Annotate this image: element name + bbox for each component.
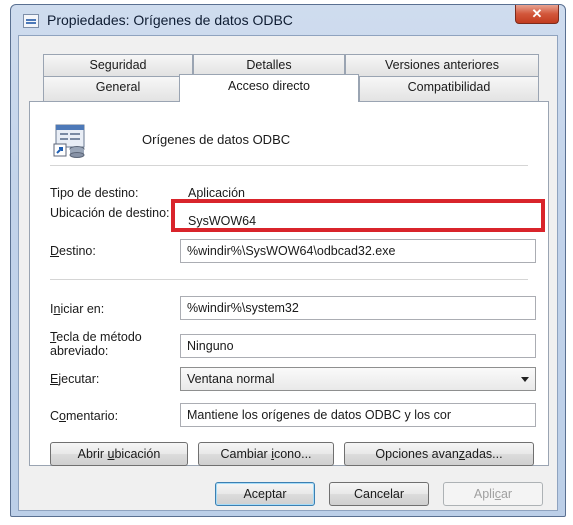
separator	[50, 279, 528, 280]
tab-general[interactable]: General	[43, 76, 193, 102]
start-in-input[interactable]: %windir%\system32	[180, 296, 536, 320]
shortcut-tab-panel: Orígenes de datos ODBC Tipo de destino: …	[29, 101, 549, 466]
tab-compatibilidad[interactable]: Compatibilidad	[359, 76, 539, 102]
open-location-button[interactable]: Abrir ubicación	[50, 442, 188, 466]
advanced-options-button[interactable]: Opciones avanzadas...	[344, 442, 534, 466]
dialog-client-area: Seguridad Detalles Versiones anteriores …	[18, 35, 558, 511]
target-label: Destino:	[50, 244, 96, 258]
comment-input[interactable]: Mantiene los orígenes de datos ODBC y lo…	[180, 403, 536, 427]
tab-acceso-directo[interactable]: Acceso directo	[179, 74, 359, 102]
tab-detalles[interactable]: Detalles	[193, 54, 345, 76]
run-select[interactable]: Ventana normal	[180, 367, 536, 391]
separator	[50, 165, 528, 166]
title-bar[interactable]: Propiedades: Orígenes de datos ODBC ✕	[11, 5, 565, 35]
properties-window: Propiedades: Orígenes de datos ODBC ✕ Se…	[10, 4, 566, 517]
window-title: Propiedades: Orígenes de datos ODBC	[47, 12, 293, 28]
ok-button[interactable]: Aceptar	[215, 482, 315, 506]
target-type-label: Tipo de destino:	[50, 186, 139, 200]
tab-seguridad[interactable]: Seguridad	[43, 54, 193, 76]
run-select-value: Ventana normal	[187, 372, 275, 386]
shortcut-name: Orígenes de datos ODBC	[142, 132, 291, 147]
tab-versiones-anteriores[interactable]: Versiones anteriores	[345, 54, 539, 76]
change-icon-button[interactable]: Cambiar icono...	[198, 442, 334, 466]
chevron-down-icon	[521, 377, 529, 382]
target-input[interactable]: %windir%\SysWOW64\odbcad32.exe	[180, 239, 536, 263]
target-type-value: Aplicación	[188, 186, 245, 200]
run-label: Ejecutar:	[50, 372, 100, 386]
start-in-label: Iniciar en:	[50, 302, 105, 316]
shortcut-key-label: Tecla de método abreviado:	[50, 330, 142, 358]
apply-button[interactable]: Aplicar	[443, 482, 543, 506]
odbc-shortcut-icon	[53, 124, 85, 158]
cancel-button[interactable]: Cancelar	[329, 482, 429, 506]
comment-label: Comentario:	[50, 409, 119, 423]
highlight-box	[171, 199, 545, 232]
shortcut-key-input[interactable]: Ninguno	[180, 334, 536, 358]
close-button[interactable]: ✕	[515, 5, 559, 24]
target-location-label: Ubicación de destino:	[50, 206, 170, 220]
target-label-rest: estino:	[59, 244, 96, 258]
window-icon	[23, 14, 39, 28]
